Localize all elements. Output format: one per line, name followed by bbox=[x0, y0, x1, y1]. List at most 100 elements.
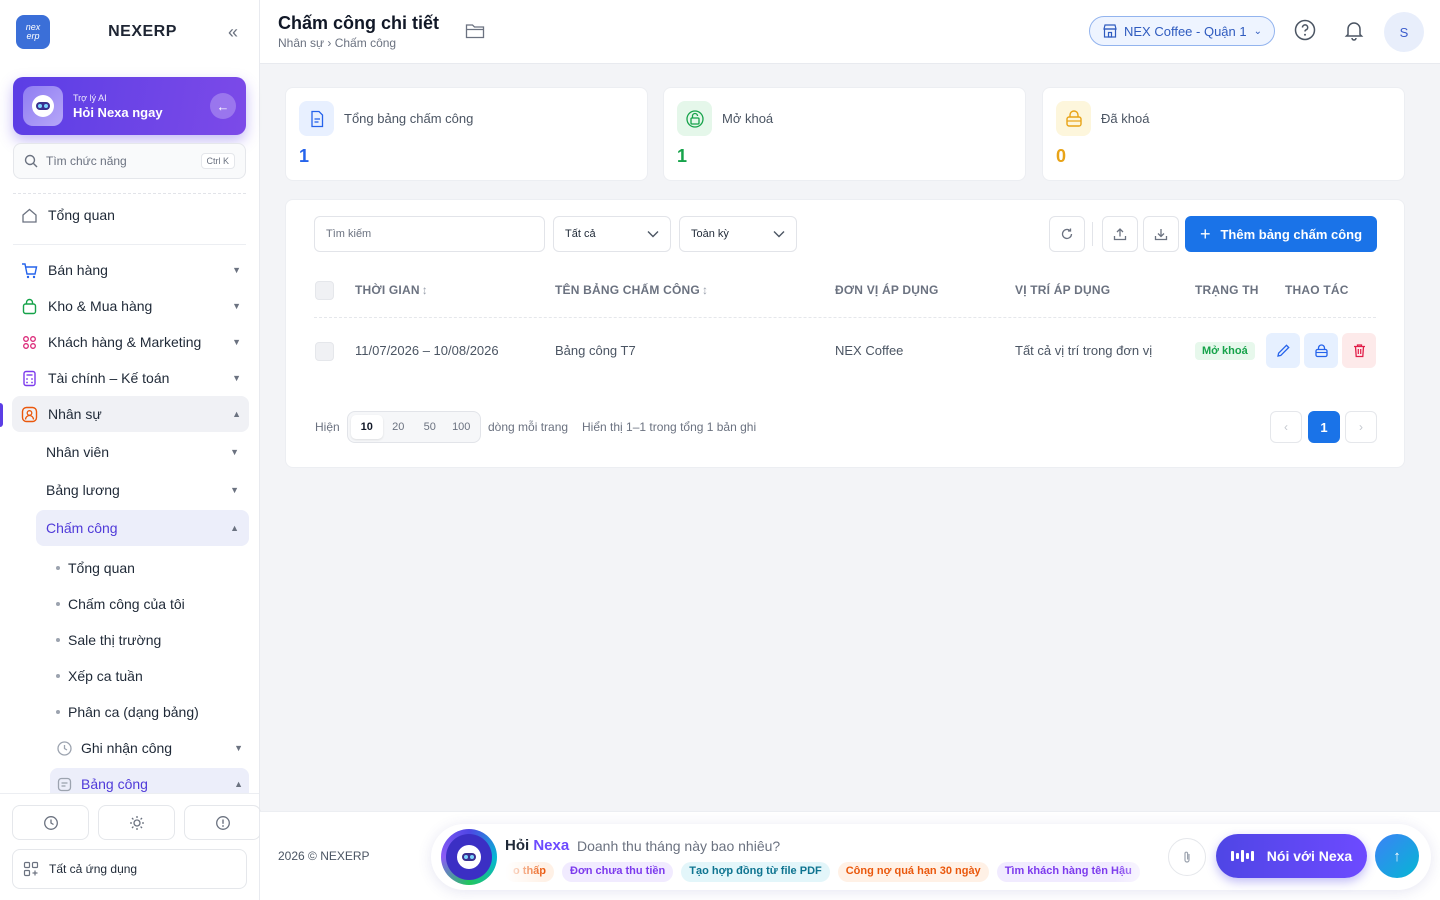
app-logo[interactable]: nex erp bbox=[16, 15, 50, 49]
help-icon[interactable] bbox=[1293, 18, 1317, 42]
stat-label: Tổng bảng chấm công bbox=[344, 111, 474, 126]
sidebar-item-payroll[interactable]: Bảng lương ▼ bbox=[36, 472, 249, 508]
upload-button[interactable] bbox=[1102, 216, 1138, 252]
suggestion-chip[interactable]: Đơn chưa thu tiền bbox=[562, 862, 674, 882]
bell-icon[interactable] bbox=[1342, 18, 1366, 42]
nexa-avatar bbox=[441, 829, 497, 885]
arrow-up-icon: ↑ bbox=[1393, 847, 1401, 865]
sidebar-item-attendance[interactable]: Chấm công ▲ bbox=[36, 510, 249, 546]
ask-input[interactable]: Doanh thu tháng này bao nhiêu? bbox=[577, 838, 780, 854]
people-icon bbox=[20, 333, 38, 351]
page-size-option[interactable]: 100 bbox=[446, 415, 478, 439]
branch-selector[interactable]: NEX Coffee - Quận 1 ⌄ bbox=[1089, 16, 1275, 46]
sidebar-item-sales[interactable]: Bán hàng ▼ bbox=[12, 252, 249, 288]
chevron-down-icon: ▼ bbox=[232, 373, 241, 383]
theme-button[interactable] bbox=[98, 805, 175, 840]
select-all-checkbox[interactable] bbox=[315, 281, 334, 300]
sidebar-item-field-sales[interactable]: Sale thị trường bbox=[56, 624, 161, 656]
robot-avatar-icon bbox=[446, 834, 492, 880]
stat-value: 1 bbox=[677, 146, 688, 166]
download-icon bbox=[1154, 229, 1168, 241]
ask-nexa-bar[interactable]: Hỏi Nexa Doanh thu tháng này bao nhiêu? … bbox=[431, 824, 1431, 890]
alert-button[interactable] bbox=[184, 805, 261, 840]
folder-icon[interactable] bbox=[465, 22, 485, 40]
add-timesheet-button[interactable]: + Thêm bảng chấm công bbox=[1185, 216, 1377, 252]
status-filter-select[interactable]: Tất cả bbox=[553, 216, 671, 252]
sun-icon bbox=[129, 815, 144, 830]
stat-card-locked: Đã khoá 0 bbox=[1042, 87, 1405, 181]
sidebar-bottom: Tất cả ứng dụng bbox=[0, 793, 261, 900]
bullet bbox=[56, 674, 60, 678]
search-input[interactable]: Tìm kiếm bbox=[314, 216, 545, 252]
sidebar-item-weekly-shifts[interactable]: Xếp ca tuần bbox=[56, 660, 143, 692]
sidebar-item-label: Ghi nhận công bbox=[81, 740, 173, 756]
calculator-icon bbox=[20, 369, 38, 387]
arrow-left-icon[interactable]: ← bbox=[210, 93, 236, 119]
sidebar-item-record-work[interactable]: Ghi nhận công ▼ bbox=[50, 732, 249, 764]
sidebar-item-employees[interactable]: Nhân viên ▼ bbox=[36, 434, 249, 470]
sidebar-header: nex erp NEXERP « bbox=[0, 0, 259, 64]
upload-icon bbox=[1113, 228, 1127, 241]
sidebar-search[interactable]: Tìm chức năng Ctrl K bbox=[13, 143, 246, 179]
chevron-down-icon: ⌄ bbox=[1253, 25, 1262, 37]
sidebar-item-hr[interactable]: Nhân sự ▲ bbox=[12, 396, 249, 432]
column-header-name[interactable]: TÊN BẢNG CHẤM CÔNG ↕ bbox=[555, 283, 708, 297]
ask-name: Nexa bbox=[533, 837, 570, 854]
period-filter-select[interactable]: Toàn kỳ bbox=[679, 216, 797, 252]
avatar[interactable]: S bbox=[1384, 12, 1424, 52]
sidebar-item-label: Tổng quan bbox=[68, 560, 135, 576]
voice-button[interactable]: Nói với Nexa bbox=[1216, 834, 1367, 878]
search-shortcut: Ctrl K bbox=[200, 153, 235, 169]
unlock-icon bbox=[677, 101, 712, 136]
ask-prefix: Hỏi bbox=[505, 837, 530, 854]
breadcrumb[interactable]: Nhân sự › Chấm công bbox=[278, 36, 396, 50]
page-size-selector: 10 20 50 100 bbox=[347, 411, 481, 443]
page-size-option[interactable]: 10 bbox=[351, 415, 383, 439]
chevron-down-icon: ▼ bbox=[230, 447, 239, 457]
sidebar-item-label: Phân ca (dạng bảng) bbox=[68, 704, 199, 720]
download-button[interactable] bbox=[1143, 216, 1179, 252]
status-filter-value: Tất cả bbox=[565, 228, 596, 240]
user-badge-icon bbox=[20, 405, 38, 423]
history-button[interactable] bbox=[12, 805, 89, 840]
sidebar-item-label: Bán hàng bbox=[48, 262, 108, 278]
prev-page-button[interactable]: ‹ bbox=[1270, 411, 1302, 443]
sidebar-item-attendance-overview[interactable]: Tổng quan bbox=[56, 552, 135, 584]
refresh-button[interactable] bbox=[1049, 216, 1085, 252]
attach-button[interactable] bbox=[1168, 838, 1206, 876]
ai-assistant-card[interactable]: Trợ lý AI Hỏi Nexa ngay ← bbox=[13, 77, 246, 135]
page-button-current[interactable]: 1 bbox=[1308, 411, 1340, 443]
sidebar-item-my-attendance[interactable]: Chấm công của tôi bbox=[56, 588, 185, 620]
page-size-option[interactable]: 20 bbox=[383, 415, 415, 439]
suggestion-chip[interactable]: o thấp bbox=[505, 862, 554, 882]
logo-text-bottom: erp bbox=[26, 31, 40, 41]
page-size-option[interactable]: 50 bbox=[414, 415, 446, 439]
sidebar-item-inventory[interactable]: Kho & Mua hàng ▼ bbox=[12, 288, 249, 324]
sidebar-item-label: Chấm công bbox=[46, 520, 118, 536]
chevron-down-icon bbox=[773, 231, 785, 238]
delete-button[interactable] bbox=[1342, 333, 1376, 368]
suggestion-chip[interactable]: Tìm khách hàng tên Hậu bbox=[996, 862, 1140, 882]
home-icon bbox=[20, 206, 38, 224]
row-checkbox[interactable] bbox=[315, 342, 334, 361]
branch-name: NEX Coffee - Quận 1 bbox=[1124, 23, 1247, 39]
collapse-sidebar-icon[interactable]: « bbox=[223, 22, 243, 42]
lock-button[interactable] bbox=[1304, 333, 1338, 368]
sort-icon: ↕ bbox=[421, 283, 428, 297]
sidebar-item-customers-marketing[interactable]: Khách hàng & Marketing ▼ bbox=[12, 324, 249, 360]
apps-grid-icon bbox=[23, 861, 39, 877]
all-apps-button[interactable]: Tất cả ứng dụng bbox=[12, 849, 247, 889]
suggestion-chip[interactable]: Tạo hợp đồng từ file PDF bbox=[681, 862, 830, 882]
send-button[interactable]: ↑ bbox=[1375, 834, 1419, 878]
all-apps-label: Tất cả ứng dụng bbox=[49, 862, 138, 876]
sidebar-item-shift-table[interactable]: Phân ca (dạng bảng) bbox=[56, 696, 199, 728]
edit-button[interactable] bbox=[1266, 333, 1300, 368]
stat-value: 0 bbox=[1056, 146, 1067, 166]
next-page-button[interactable]: › bbox=[1345, 411, 1377, 443]
suggestion-chip[interactable]: Công nợ quá hạn 30 ngày bbox=[837, 862, 989, 882]
column-header-time[interactable]: THỜI GIAN ↕ bbox=[355, 283, 428, 297]
sidebar-item-overview[interactable]: Tổng quan bbox=[12, 197, 249, 233]
sidebar-item-finance[interactable]: Tài chính – Kế toán ▼ bbox=[12, 360, 249, 396]
divider bbox=[13, 193, 246, 194]
cell-position: Tất cả vị trí trong đơn vị bbox=[1015, 343, 1153, 358]
